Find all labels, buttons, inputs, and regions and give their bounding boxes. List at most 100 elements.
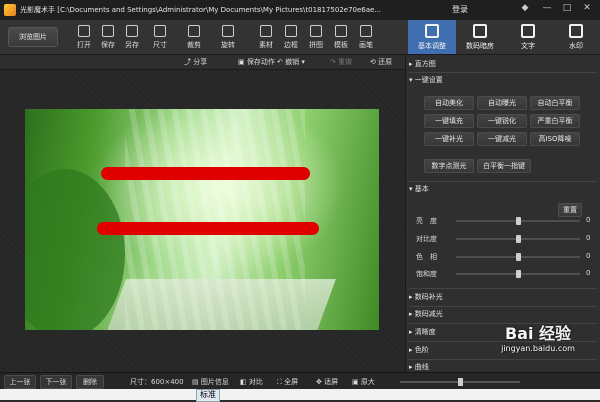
info-icon: ▤ (192, 378, 201, 386)
rotate-icon (222, 25, 234, 37)
section-reduce-light[interactable]: ▸ 数码减光 (409, 307, 597, 321)
open-button[interactable]: 打开 (72, 24, 96, 50)
slider-thumb[interactable] (516, 235, 521, 243)
fit-screen-button[interactable]: ✥ 适屏 (316, 377, 338, 387)
reset-button[interactable]: 重置 (558, 203, 582, 217)
action-bar: ⤴ 分享 ▣ 保存动作 ↶ 撤销 ▾ ↷ 重做 ⟲ 还原 (0, 55, 405, 70)
browse-images-button[interactable]: 浏览图片 (8, 27, 58, 47)
app-logo-icon (4, 4, 16, 16)
one-click-reduce-light-button[interactable]: 一键减光 (477, 132, 527, 146)
contrast-slider[interactable]: 对比度 0 (416, 234, 596, 244)
high-iso-denoise-button[interactable]: 高ISO降噪 (530, 132, 580, 146)
slider-thumb[interactable] (516, 217, 521, 225)
white-balance-picker-button[interactable]: 白平衡一指键 (477, 159, 531, 173)
photo[interactable] (25, 109, 379, 330)
close-button[interactable]: ✕ (580, 3, 594, 15)
maximize-button[interactable]: □ (560, 3, 574, 15)
slider-thumb[interactable] (516, 253, 521, 261)
template-button[interactable]: 模板 (329, 24, 353, 50)
fullscreen-button[interactable]: ⛶ 全屏 (277, 377, 298, 387)
severe-white-balance-button[interactable]: 严重白平衡 (530, 114, 580, 128)
share-icon: ⤴ (184, 58, 194, 66)
fit-icon: ✥ (316, 378, 325, 386)
undo-icon: ↶ (277, 58, 286, 66)
section-one-click[interactable]: ▾ 一键设置 (409, 73, 597, 87)
one-click-fill-light-button[interactable]: 一键补光 (424, 132, 474, 146)
rotate-button[interactable]: 旋转 (216, 24, 240, 50)
action-icon: ▣ (238, 58, 247, 66)
section-basic[interactable]: ▾ 基本 (409, 182, 597, 196)
zoom-slider[interactable] (400, 378, 520, 386)
restore-button[interactable]: ⟲ 还原 (370, 57, 392, 67)
border-button[interactable]: 边框 (279, 24, 303, 50)
section-fill-light[interactable]: ▸ 数码补光 (409, 290, 597, 304)
tab-text[interactable]: 文字 (504, 20, 552, 54)
auto-white-balance-button[interactable]: 自动白平衡 (530, 96, 580, 110)
image-size: 尺寸：600×400 (130, 378, 184, 386)
undo-button[interactable]: ↶ 撤销 ▾ (277, 57, 305, 67)
brush-icon (360, 25, 372, 37)
resize-button[interactable]: 尺寸 (148, 24, 172, 50)
chevron-down-icon: ▾ (299, 58, 305, 66)
watermark-logo: Bai 经验 (504, 324, 572, 343)
restore-icon: ⟲ (370, 58, 379, 66)
resize-icon (154, 25, 166, 37)
brush-button[interactable]: 画笔 (354, 24, 378, 50)
skin-icon[interactable]: ◆ (518, 3, 532, 15)
folder-icon (78, 25, 90, 37)
tab-basic-adjust[interactable]: 基本调整 (408, 20, 456, 54)
zoom-thumb[interactable] (458, 378, 463, 386)
annotation-line-2 (97, 222, 319, 235)
save-icon (102, 25, 114, 37)
saturation-slider[interactable]: 饱和度 0 (416, 269, 596, 279)
adjust-icon (425, 24, 439, 38)
baidu-watermark: Bai 经验 jingyan.baidu.com (478, 320, 598, 375)
delete-button[interactable]: 删除 (76, 375, 104, 389)
section-histogram[interactable]: ▸ 直方图 (409, 57, 597, 71)
slider-thumb[interactable] (516, 270, 521, 278)
title-bar: 光影魔术手 [C:\Documents and Settings\Adminis… (0, 0, 600, 21)
compare-button[interactable]: ◧ 对比 (240, 377, 263, 387)
collage-icon (310, 25, 322, 37)
next-image-button[interactable]: 下一张 (40, 375, 72, 389)
panel-tabs: 基本调整 数码暗房 文字 水印 (405, 20, 600, 54)
login-link[interactable]: 登录 (452, 4, 468, 15)
image-info-button[interactable]: ▤ 图片信息 (192, 377, 229, 387)
image-canvas[interactable] (0, 70, 405, 372)
crop-icon (188, 25, 200, 37)
material-button[interactable]: 素材 (254, 24, 278, 50)
template-icon (335, 25, 347, 37)
collage-button[interactable]: 拼图 (304, 24, 328, 50)
watermark-icon (569, 24, 583, 38)
share-button[interactable]: ⤴ 分享 (184, 57, 207, 67)
text-icon (521, 24, 535, 38)
redo-icon: ↷ (330, 58, 339, 66)
taskbar-strip: 标准 (0, 389, 600, 402)
camera-icon (473, 24, 487, 38)
annotation-line-1 (101, 167, 310, 180)
save-as-icon (126, 25, 138, 37)
ime-indicator[interactable]: 标准 (196, 389, 220, 402)
original-size-button[interactable]: ▣ 原大 (352, 377, 375, 387)
spot-metering-button[interactable]: 数字点测光 (424, 159, 474, 173)
save-as-button[interactable]: 另存 (120, 24, 144, 50)
save-button[interactable]: 保存 (96, 24, 120, 50)
crop-button[interactable]: 裁剪 (182, 24, 206, 50)
redo-button[interactable]: ↷ 重做 (330, 57, 352, 67)
material-icon (260, 25, 272, 37)
brightness-slider[interactable]: 亮 度 0 (416, 216, 596, 226)
one-click-fill-button[interactable]: 一键填充 (424, 114, 474, 128)
one-click-sharpen-button[interactable]: 一键锐化 (477, 114, 527, 128)
minimize-button[interactable]: — (540, 3, 554, 15)
window-title: 光影魔术手 [C:\Documents and Settings\Adminis… (20, 6, 382, 14)
save-action-button[interactable]: ▣ 保存动作 (238, 57, 275, 67)
hue-slider[interactable]: 色 相 0 (416, 252, 596, 262)
prev-image-button[interactable]: 上一张 (4, 375, 36, 389)
tab-darkroom[interactable]: 数码暗房 (456, 20, 504, 54)
watermark-url: jingyan.baidu.com (501, 344, 575, 353)
compare-icon: ◧ (240, 378, 249, 386)
border-icon (285, 25, 297, 37)
tab-watermark[interactable]: 水印 (552, 20, 600, 54)
auto-exposure-button[interactable]: 自动曝光 (477, 96, 527, 110)
auto-beautify-button[interactable]: 自动美化 (424, 96, 474, 110)
